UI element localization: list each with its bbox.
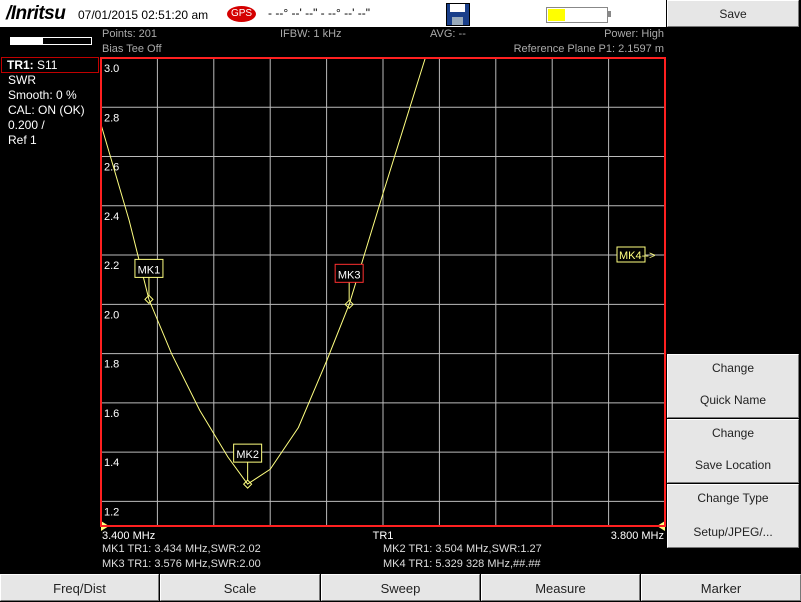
- trace-axis-label: TR1: [373, 530, 394, 542]
- marker-mk1: MK1: [134, 258, 164, 305]
- change-type-button[interactable]: Change Type Setup/JPEG/...: [667, 484, 799, 548]
- save-button[interactable]: Save: [667, 0, 799, 27]
- y-tick-label: 1.4: [104, 457, 119, 469]
- y-tick-labels: 3.0 2.8 2.6 2.4 2.2 2.0 1.8 1.6 1.4 1.2: [104, 63, 119, 518]
- menu-measure[interactable]: Measure: [481, 574, 640, 601]
- change-save-location-button[interactable]: Change Save Location: [667, 419, 799, 483]
- y-tick-label: 1.8: [104, 359, 119, 371]
- change-save-location-label-2: Save Location: [694, 458, 772, 472]
- y-tick-label: 2.8: [104, 112, 119, 124]
- change-save-location-label-1: Change: [711, 426, 755, 440]
- y-tick-label: 2.0: [104, 309, 119, 321]
- menu-scale[interactable]: Scale: [160, 574, 320, 601]
- change-quick-name-label-2: Quick Name: [699, 393, 767, 407]
- y-tick-label: 2.6: [104, 162, 119, 174]
- change-quick-name-button[interactable]: Change Quick Name: [667, 354, 799, 418]
- y-tick-label: 2.2: [104, 260, 119, 272]
- marker-label: MK4-->: [619, 250, 655, 262]
- marker-label: MK1: [138, 264, 161, 276]
- change-type-label-2: Setup/JPEG/...: [693, 525, 773, 539]
- marker-mk4: MK4-->: [616, 246, 655, 263]
- change-type-label-1: Change Type: [697, 491, 769, 505]
- y-tick-label: 3.0: [104, 63, 119, 75]
- y-tick-label: 1.6: [104, 408, 119, 420]
- menu-freq-dist[interactable]: Freq/Dist: [0, 574, 159, 601]
- change-quick-name-label-1: Change: [711, 361, 755, 375]
- mk2-readout: MK2 TR1: 3.504 MHz,SWR:1.27: [383, 543, 542, 555]
- x-stop-label: 3.800 MHz: [611, 530, 664, 542]
- marker-mk3: MK3: [334, 263, 364, 310]
- x-start-label: 3.400 MHz: [102, 530, 155, 542]
- menu-marker[interactable]: Marker: [641, 574, 801, 601]
- y-tick-label: 2.4: [104, 211, 119, 223]
- mk3-readout: MK3 TR1: 3.576 MHz,SWR:2.00: [102, 558, 261, 570]
- marker-mk2: MK2: [233, 443, 263, 489]
- mk1-readout: MK1 TR1: 3.434 MHz,SWR:2.02: [102, 543, 261, 555]
- y-tick-label: 1.2: [104, 506, 119, 518]
- plot-grid: [101, 57, 665, 531]
- marker-label: MK3: [338, 269, 361, 281]
- mk4-readout: MK4 TR1: 5.329 328 MHz,##.##: [383, 558, 541, 570]
- marker-label: MK2: [236, 449, 259, 461]
- menu-sweep[interactable]: Sweep: [321, 574, 480, 601]
